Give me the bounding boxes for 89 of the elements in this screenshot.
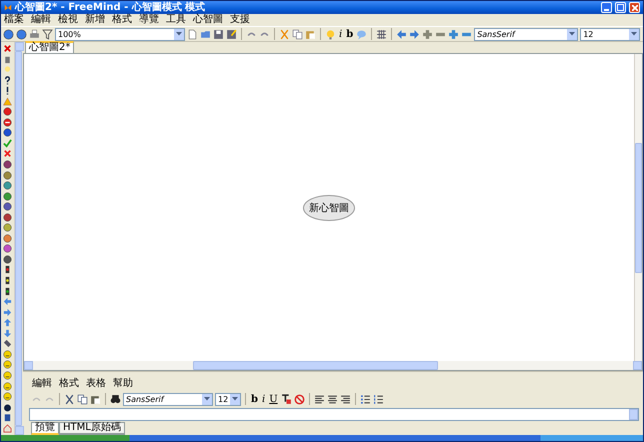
bulb-icon[interactable] [325, 28, 336, 40]
bold-button[interactable]: b [345, 28, 354, 40]
menu-item[interactable]: 心智圖 [193, 14, 223, 26]
note-input-field[interactable] [29, 408, 639, 421]
back-icon[interactable] [3, 28, 14, 40]
traffic-light-icon[interactable] [3, 286, 12, 296]
menu-item[interactable]: 編輯 [32, 378, 52, 390]
save-icon[interactable] [213, 28, 224, 40]
arrow-up-icon[interactable] [3, 318, 12, 328]
text-color-icon[interactable] [280, 394, 292, 404]
dropdown-arrow-icon [176, 32, 182, 36]
plus-icon[interactable] [422, 28, 434, 40]
book-icon[interactable] [3, 413, 12, 422]
bullet-list-icon[interactable] [360, 394, 371, 404]
smiley-icon[interactable] [3, 350, 12, 359]
copy-icon[interactable] [77, 394, 88, 404]
window-title: 心智圖2* - FreeMind - 心智圖模式 模式 [15, 1, 206, 14]
new-file-icon[interactable] [187, 28, 198, 40]
menu-item[interactable]: 表格 [86, 378, 106, 390]
no-entry-icon[interactable] [294, 394, 305, 404]
smiley-icon[interactable] [3, 370, 12, 380]
forward-icon[interactable] [16, 28, 27, 40]
minimize-button[interactable] [601, 2, 612, 13]
italic-button[interactable]: i [338, 28, 344, 40]
align-center-icon[interactable] [326, 394, 338, 404]
dropdown-arrow-icon [569, 32, 576, 36]
smiley-icon[interactable] [3, 392, 12, 402]
dropdown-arrow-icon [204, 397, 210, 401]
menu-item[interactable]: 格式 [59, 378, 79, 390]
menu-item[interactable]: 導覽 [139, 14, 159, 26]
minus-icon[interactable] [3, 118, 12, 127]
grid-icon[interactable] [376, 28, 388, 40]
root-node[interactable]: 新心智圖 [303, 194, 355, 220]
arrow-down-icon[interactable] [3, 328, 12, 338]
editor-tab[interactable]: 預覽 [31, 422, 59, 435]
font-dropdown[interactable]: SansSerif [123, 392, 213, 406]
trash-icon[interactable] [3, 54, 12, 64]
menu-item[interactable]: 格式 [112, 14, 132, 26]
check-icon[interactable] [3, 138, 12, 148]
filter-icon[interactable] [42, 28, 53, 40]
smiley-icon[interactable] [3, 382, 12, 390]
house-icon[interactable] [3, 424, 12, 433]
arrow-right-icon[interactable] [3, 308, 12, 317]
close-button[interactable] [629, 2, 640, 13]
restore-button[interactable] [615, 2, 626, 13]
info-icon[interactable] [3, 128, 12, 138]
horizontal-scrollbar[interactable] [24, 361, 642, 370]
dropdown-arrow-icon [232, 397, 238, 401]
underline-button[interactable]: U [268, 392, 279, 406]
menu-item[interactable]: 檔案 [4, 14, 24, 26]
align-right-icon[interactable] [340, 394, 351, 404]
vertical-scrollbar[interactable] [634, 54, 642, 361]
bold-button[interactable]: b [250, 392, 259, 406]
font-dropdown[interactable]: SansSerif [474, 28, 578, 40]
menu-item[interactable]: 檢視 [58, 14, 78, 26]
menu-item[interactable]: 編輯 [31, 14, 51, 26]
numbered-list-icon[interactable] [372, 394, 384, 404]
printer-icon[interactable] [29, 28, 40, 40]
copy-icon[interactable] [292, 28, 303, 40]
menu-item[interactable]: 工具 [166, 14, 186, 26]
arrow-right-icon[interactable] [409, 28, 420, 40]
cut-icon[interactable] [64, 394, 75, 404]
save-as-icon[interactable] [226, 28, 237, 40]
font-size-dropdown[interactable]: 12 [215, 392, 241, 406]
dropdown-arrow-icon [631, 32, 638, 36]
font-size-dropdown[interactable]: 12 [580, 28, 640, 40]
butterfly-icon [4, 4, 12, 12]
cross-icon[interactable] [3, 149, 12, 158]
smiley-icon[interactable] [3, 360, 12, 370]
menu-item[interactable]: 支援 [230, 14, 250, 26]
plus-icon[interactable] [448, 28, 460, 40]
stop-icon[interactable] [3, 107, 12, 116]
menu-item[interactable]: 新增 [85, 14, 105, 26]
map-tab[interactable]: 心智圖2* [25, 41, 74, 53]
zoom-dropdown[interactable]: 100% [55, 28, 185, 40]
traffic-light-icon[interactable] [3, 276, 12, 286]
folder-icon[interactable] [200, 28, 211, 40]
delete-icon[interactable] [3, 44, 12, 53]
arrow-left-icon[interactable] [396, 28, 408, 40]
align-left-icon[interactable] [314, 394, 325, 404]
scrollbar[interactable] [14, 42, 22, 435]
italic-button[interactable]: i [261, 392, 266, 406]
editor-tab[interactable]: HTML原始碼 [59, 422, 125, 435]
traffic-light-icon[interactable] [3, 265, 12, 274]
binoculars-icon[interactable] [110, 394, 121, 404]
tag-icon[interactable] [3, 339, 12, 348]
menu-item[interactable]: 幫助 [113, 378, 133, 390]
question-icon[interactable] [3, 76, 12, 85]
paste-icon[interactable] [90, 394, 101, 404]
